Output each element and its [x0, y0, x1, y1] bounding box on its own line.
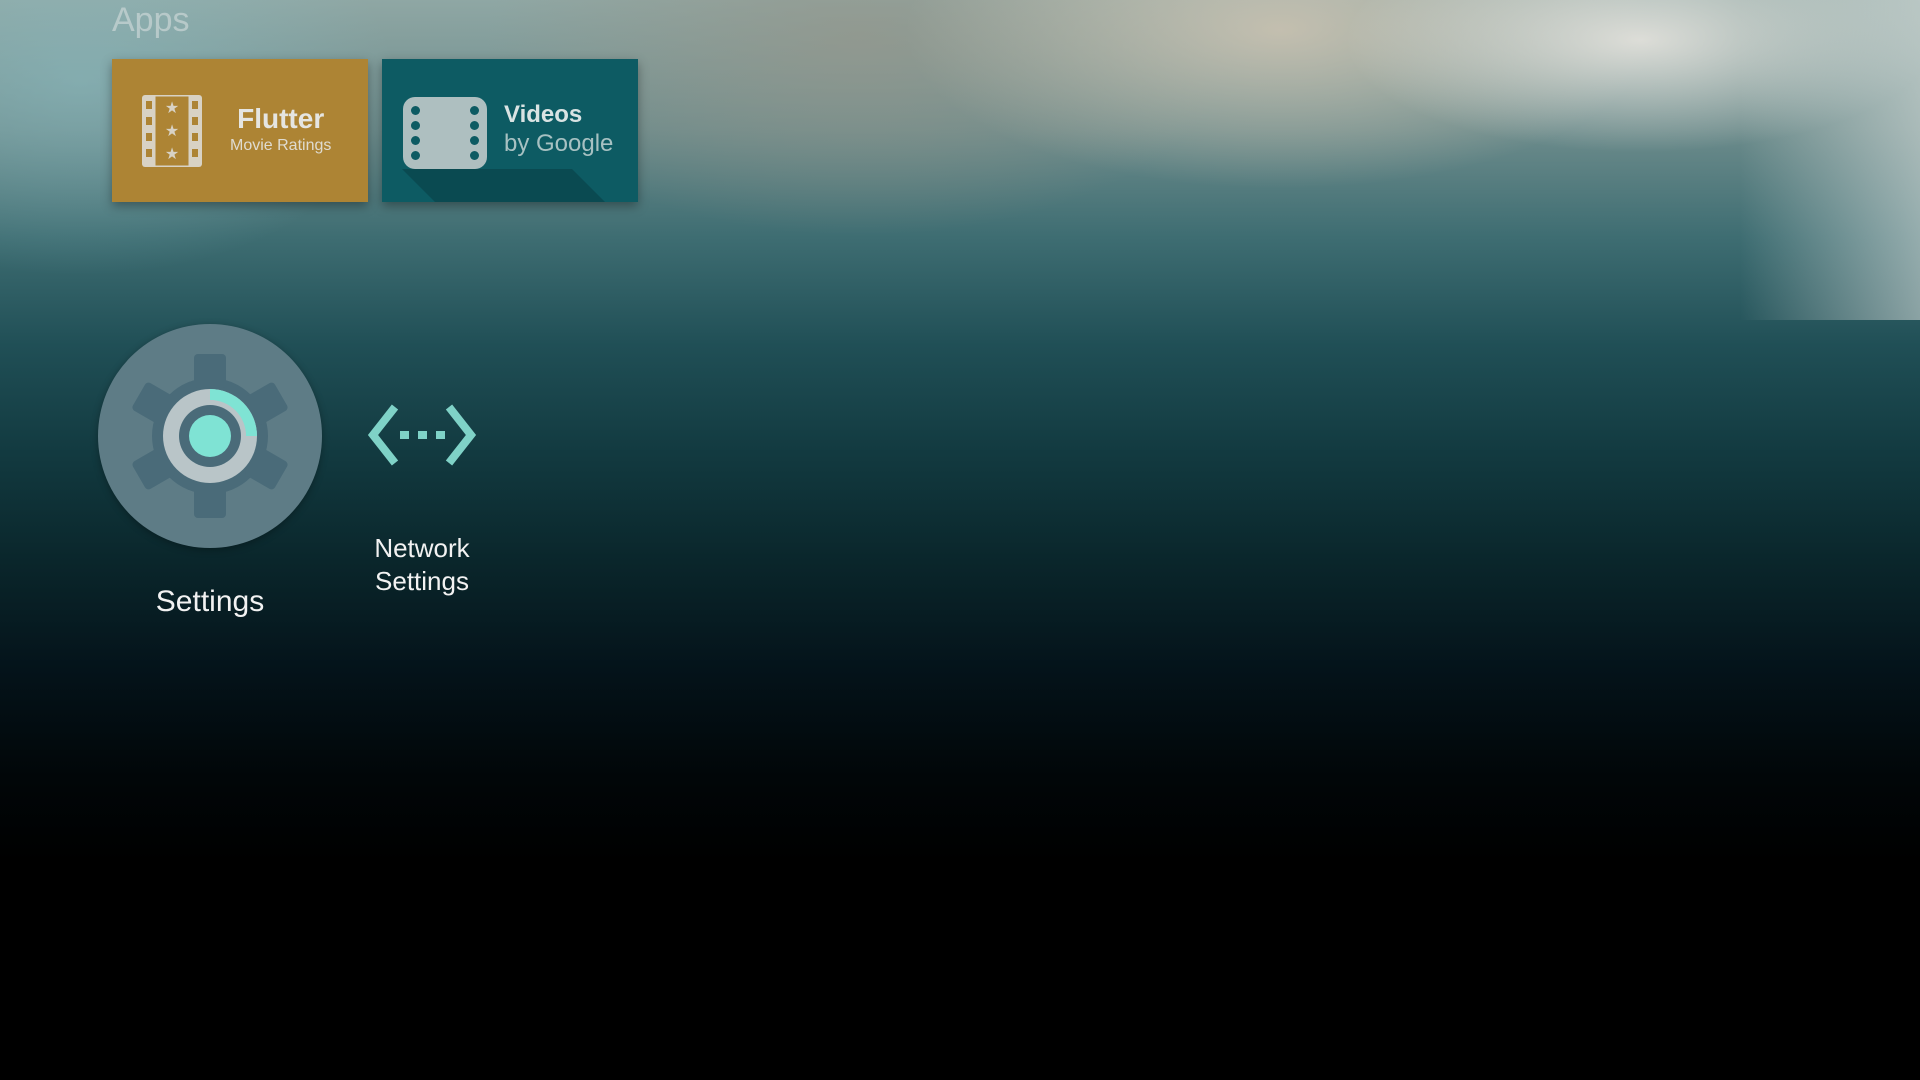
film-strip-icon — [403, 97, 487, 174]
svg-text:★: ★ — [165, 144, 179, 163]
tile-subtitle: Movie Ratings — [230, 137, 332, 154]
film-stars-icon: ★ ★ ★ — [136, 93, 208, 172]
network-settings-item[interactable]: Network Settings — [352, 390, 492, 598]
wallpaper-highlight — [1740, 0, 1920, 320]
svg-text:★: ★ — [165, 121, 179, 140]
network-arrows-icon — [352, 390, 492, 480]
gear-icon — [132, 354, 288, 518]
tile-title: Videos — [504, 101, 583, 128]
settings-icon-circle — [98, 324, 322, 548]
settings-label: Settings — [155, 585, 265, 618]
tile-title: Flutter — [237, 103, 325, 134]
tile-text: Flutter Movie Ratings — [230, 103, 331, 157]
app-tile-flutter[interactable]: ★ ★ ★ Flutter Movie Ratings — [112, 59, 368, 202]
svg-text:★: ★ — [165, 98, 179, 117]
apps-section-title: Apps — [112, 1, 190, 39]
app-tile-videos[interactable]: Videos by Google — [382, 59, 638, 202]
network-settings-label: Network Settings — [374, 533, 470, 596]
tile-subtitle: by Google — [504, 130, 614, 157]
settings-item[interactable]: Settings — [98, 324, 322, 620]
tile-text: Videos by Google — [504, 101, 613, 159]
